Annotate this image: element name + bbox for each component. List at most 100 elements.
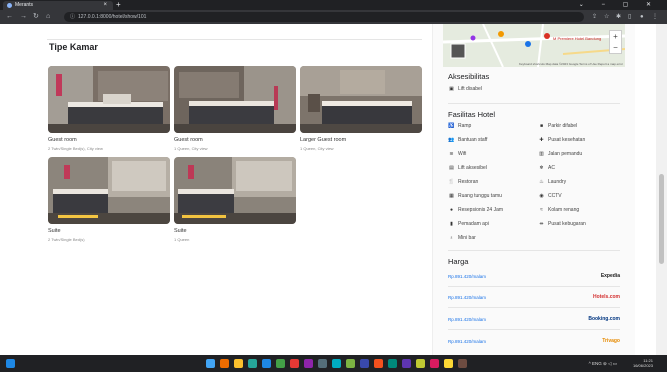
room-photo[interactable] [48, 157, 170, 224]
room-photo[interactable] [48, 66, 170, 133]
window-controls[interactable]: ⌄ − ▢ ✕ [579, 0, 659, 10]
app-icon[interactable] [360, 359, 369, 368]
hotel-info-panel: M Premiere Hotel Bandung + − Keyboard sh… [432, 24, 635, 355]
room-detail: 2 Twin/Single Bed(s) [48, 237, 85, 242]
zoom-in-button[interactable]: + [613, 32, 618, 41]
back-arrow-icon[interactable]: ← [6, 10, 13, 24]
app-icon[interactable] [430, 359, 439, 368]
facility-item: ≈ Kolam renang [538, 207, 579, 213]
room-detail: 1 Queen [174, 237, 190, 242]
app-icon[interactable] [318, 359, 327, 368]
app-icon[interactable] [346, 359, 355, 368]
zoom-out-button[interactable]: − [613, 43, 618, 52]
map-zoom-controls[interactable]: + − [609, 30, 622, 54]
accessibility-item: ▣ Lift disabel [448, 86, 482, 92]
room-types-title: Tipe Kamar [49, 42, 98, 52]
price-link[interactable]: Rp.891.420/malam [448, 339, 486, 344]
app-icon[interactable] [332, 359, 341, 368]
app-icon[interactable] [290, 359, 299, 368]
facility-item: ⇹ Pusat kebugaran [538, 221, 586, 227]
facility-label: Restoran [458, 179, 479, 185]
forward-arrow-icon[interactable]: → [20, 10, 27, 24]
facility-item: ▦ Ruang tunggu tamu [448, 193, 502, 199]
elevator-icon: ▣ [449, 86, 454, 92]
panel-divider [448, 103, 620, 104]
tab-favicon-icon [7, 3, 12, 8]
system-tray[interactable]: ^ ENG ⊜ ◁ ▭ [589, 355, 617, 372]
expedia-logo[interactable]: Expedia [601, 273, 620, 279]
facility-item: ♿ Ramp [448, 123, 471, 129]
facility-label: Pusat kebugaran [548, 221, 586, 227]
facility-item: ❄ AC [538, 165, 555, 171]
room-name: Guest room [48, 137, 77, 143]
facility-label: Jalan pemandu [548, 151, 583, 157]
room-photo[interactable] [300, 66, 422, 133]
price-link[interactable]: Rp.891.420/malam [448, 274, 486, 279]
profile-avatar[interactable]: ● [640, 10, 644, 24]
facility-label: Mini bar [458, 235, 476, 241]
price-link[interactable]: Rp.891.420/malam [448, 295, 486, 300]
scrollbar-thumb[interactable] [659, 174, 664, 264]
info-icon[interactable]: ⓘ [70, 12, 75, 22]
parking-icon: ■ [539, 123, 544, 129]
os-taskbar: ^ ENG ⊜ ◁ ▭ 11:21 16/06/2023 [0, 355, 667, 372]
room-detail: 1 Queen, City view [300, 146, 334, 151]
hotels-com-logo[interactable]: Hotels.com [593, 294, 620, 300]
room-photo[interactable] [174, 66, 296, 133]
address-bar[interactable]: ⓘ 127.0.0.1:8000/hotel/show/101 [64, 12, 584, 22]
location-map[interactable]: M Premiere Hotel Bandung + − Keyboard sh… [443, 24, 625, 67]
facility-label: Pusat kesehatan [548, 137, 586, 143]
app-icon[interactable] [402, 359, 411, 368]
facility-label: Parkir difabel [548, 123, 578, 129]
vscode-icon[interactable] [262, 359, 271, 368]
health-icon: ✚ [539, 137, 544, 143]
share-icon[interactable]: ⇪ [592, 10, 597, 24]
sidebar-icon[interactable]: ▯ [628, 10, 631, 24]
cctv-icon: ◉ [539, 193, 544, 199]
file-explorer-icon[interactable] [220, 359, 229, 368]
bookmark-star-icon[interactable]: ☆ [604, 10, 609, 24]
app-icon[interactable] [458, 359, 467, 368]
start-menu-icon[interactable] [6, 359, 15, 368]
extensions-icon[interactable]: ✱ [616, 10, 621, 24]
reload-icon[interactable]: ↻ [33, 10, 39, 24]
facility-label: Laundry [548, 179, 567, 185]
edge-icon[interactable] [248, 359, 257, 368]
facility-item: 🍴 Restoran [448, 179, 478, 185]
new-tab-button[interactable]: + [116, 0, 121, 10]
lounge-icon: ▦ [449, 193, 454, 199]
menu-dots-icon[interactable]: ⋮ [652, 10, 658, 24]
taskbar-clock[interactable]: 11:21 16/06/2023 [633, 358, 653, 368]
facility-label: Wifi [458, 151, 467, 157]
facility-label: CCTV [548, 193, 562, 199]
facility-item: 👥 Bantuan staff [448, 137, 487, 143]
app-icon[interactable] [374, 359, 383, 368]
section-divider [47, 39, 422, 40]
app-icon[interactable] [304, 359, 313, 368]
tab-close-icon[interactable]: × [103, 1, 107, 10]
booking-com-logo[interactable]: Booking.com [588, 316, 620, 322]
facility-label: AC [548, 165, 555, 171]
home-icon[interactable]: ⌂ [46, 10, 50, 24]
trivago-logo[interactable]: Trivago [602, 338, 620, 344]
ac-icon: ❄ [539, 165, 544, 171]
room-name: Larger Guest room [300, 137, 347, 143]
room-detail: 1 Queen, City view [174, 146, 208, 151]
app-icon[interactable] [444, 359, 453, 368]
room-photo[interactable] [174, 157, 296, 224]
facilities-title: Fasilitas Hotel [448, 110, 496, 119]
browser-tab[interactable]: Merants × [3, 1, 113, 10]
app-icon[interactable] [388, 359, 397, 368]
page-scrollbar[interactable] [656, 24, 667, 355]
facility-label: Lift aksesibel [458, 165, 487, 171]
browser-toolbar: ← → ↻ ⌂ ⓘ 127.0.0.1:8000/hotel/show/101 … [0, 10, 667, 24]
price-link[interactable]: Rp.891.420/malam [448, 317, 486, 322]
price-divider [448, 286, 620, 287]
price-divider [448, 329, 620, 330]
app-icon[interactable] [416, 359, 425, 368]
folder-icon[interactable] [234, 359, 243, 368]
taskview-icon[interactable] [206, 359, 215, 368]
chrome-icon[interactable] [276, 359, 285, 368]
facility-item: ✚ Pusat kesehatan [538, 137, 585, 143]
facility-item: ♁ Mini bar [448, 235, 476, 241]
